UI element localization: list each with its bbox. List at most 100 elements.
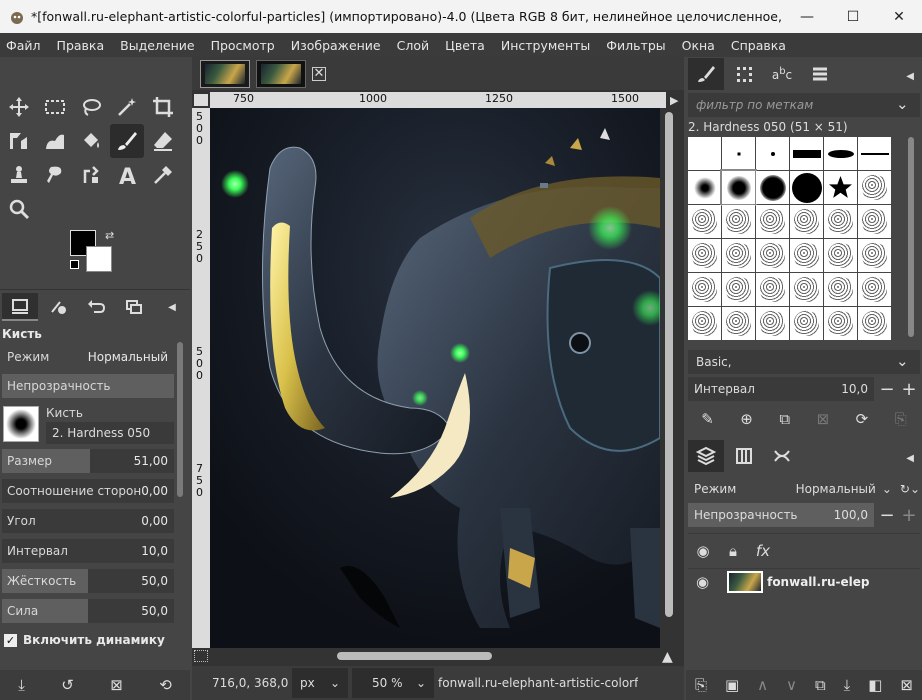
device-status-tab[interactable]: [40, 293, 76, 321]
brush-texture-21[interactable]: [756, 307, 789, 340]
layer-item[interactable]: ◉ fonwall.ru-elep: [688, 569, 920, 595]
brush-pixel[interactable]: [688, 137, 721, 170]
canvas-horizontal-scrollbar[interactable]: [337, 652, 492, 660]
menu-edit[interactable]: Правка: [57, 38, 105, 53]
menu-select[interactable]: Выделение: [120, 38, 194, 53]
spacing-value[interactable]: 10,0: [141, 544, 174, 558]
brush-texture-16[interactable]: [790, 273, 823, 306]
size-slider[interactable]: Размер 51,00: [2, 449, 174, 473]
path-icon[interactable]: [74, 158, 108, 192]
mode-row[interactable]: Режим Нормальный: [2, 345, 174, 369]
menu-colors[interactable]: Цвета: [445, 38, 485, 53]
spacing-slider[interactable]: Интервал 10,0: [2, 539, 174, 563]
merge-down-icon[interactable]: ⤓: [844, 676, 851, 694]
lower-layer-icon[interactable]: ∨: [786, 676, 797, 694]
effects-icon[interactable]: fx: [748, 542, 778, 560]
menu-view[interactable]: Просмотр: [211, 38, 275, 53]
refresh-brushes-icon[interactable]: ⟳: [856, 410, 869, 428]
patterns-tab[interactable]: [726, 58, 762, 90]
chevron-down-icon[interactable]: ⌄: [896, 352, 909, 370]
composite-mode-icon[interactable]: ↻⌄: [900, 482, 920, 496]
plus-icon[interactable]: +: [898, 377, 920, 401]
brush-texture-15[interactable]: [756, 273, 789, 306]
paintbrush-icon[interactable]: [110, 124, 144, 158]
angle-value[interactable]: 0,00: [141, 514, 174, 528]
duplicate-layer-icon[interactable]: ⧉: [815, 676, 826, 694]
brush-texture-8[interactable]: [722, 239, 755, 272]
transform-icon[interactable]: [2, 124, 36, 158]
brush-texture-1[interactable]: [688, 205, 721, 238]
checkmark-icon[interactable]: ✓: [4, 633, 17, 647]
size-value[interactable]: 51,00: [134, 454, 174, 468]
brush-line[interactable]: [858, 137, 891, 170]
aspect-slider[interactable]: Соотношение сторон 0,00: [2, 479, 174, 503]
smudge-icon[interactable]: [38, 158, 72, 192]
maximize-button[interactable]: ☐: [830, 0, 876, 33]
plus-icon[interactable]: +: [898, 503, 920, 527]
brush-hardness-025[interactable]: [688, 171, 721, 204]
crop-icon[interactable]: [146, 90, 180, 124]
image-tab-1[interactable]: [200, 59, 250, 88]
menu-filters[interactable]: Фильтры: [606, 38, 665, 53]
brush-texture-17[interactable]: [824, 273, 857, 306]
rect-select-icon[interactable]: [38, 90, 72, 124]
zoom-icon[interactable]: [2, 192, 36, 226]
brush-texture-13[interactable]: [688, 273, 721, 306]
menu-image[interactable]: Изображение: [291, 38, 381, 53]
swap-colors-icon[interactable]: ⇄: [105, 229, 114, 242]
layers-tab[interactable]: [688, 440, 724, 472]
menu-tools[interactable]: Инструменты: [501, 38, 590, 53]
opacity-row[interactable]: Непрозрачность: [2, 374, 174, 398]
new-layer-group-icon[interactable]: ▣: [725, 676, 739, 694]
dynamics-checkbox[interactable]: ✓ Включить динамику: [4, 633, 165, 647]
layer-mode-value[interactable]: Нормальный: [777, 482, 876, 496]
restore-options-icon[interactable]: ↺: [61, 676, 74, 694]
brush-texture-22[interactable]: [790, 307, 823, 340]
unit-select[interactable]: px ⌄: [292, 668, 348, 698]
paths-tab[interactable]: [764, 440, 800, 472]
brush-grid-scrollbar[interactable]: [908, 137, 914, 337]
aspect-value[interactable]: 0,00: [141, 484, 174, 498]
open-brush-icon[interactable]: ⎘: [895, 410, 907, 428]
delete-layer-icon[interactable]: ⊠: [900, 676, 913, 694]
close-button[interactable]: ✕: [876, 0, 922, 33]
eye-icon[interactable]: ◉: [688, 573, 709, 591]
brush-texture-23[interactable]: [824, 307, 857, 340]
zoom-follow-icon[interactable]: ▶: [670, 94, 678, 107]
clone-icon[interactable]: [2, 158, 36, 192]
hardness-value[interactable]: 50,0: [141, 574, 174, 588]
tag-filter-input[interactable]: фильтр по меткам: [688, 93, 920, 117]
brush-preview[interactable]: [3, 406, 39, 442]
menu-windows[interactable]: Окна: [682, 38, 715, 53]
brush-set-select[interactable]: Basic,: [688, 350, 920, 374]
brush-hardness-100[interactable]: [790, 171, 823, 204]
ruler-menu-icon[interactable]: [194, 94, 208, 106]
reset-options-icon[interactable]: ⟲: [159, 676, 172, 694]
brush-name[interactable]: 2. Hardness 050: [46, 422, 174, 444]
save-options-icon[interactable]: ⤓: [18, 676, 25, 694]
channels-tab[interactable]: [726, 440, 762, 472]
quick-mask-icon[interactable]: [194, 650, 208, 662]
layer-opacity-value[interactable]: 100,0: [834, 508, 868, 522]
visibility-header-icon[interactable]: ◉: [688, 542, 718, 560]
mask-icon[interactable]: ◧: [868, 676, 882, 694]
brush-spacing-value[interactable]: 10,0: [841, 382, 868, 396]
brush-texture-4[interactable]: [790, 205, 823, 238]
zoom-select[interactable]: 50 % ⌄: [352, 668, 434, 698]
brush-spacing-slider[interactable]: Интервал 10,0: [688, 377, 874, 401]
menu-file[interactable]: Файл: [6, 38, 41, 53]
move-tool-icon[interactable]: [2, 90, 36, 124]
fonts-tab[interactable]: abc: [764, 58, 800, 90]
canvas-vertical-scrollbar[interactable]: [665, 112, 673, 617]
brush-hardness-075[interactable]: [756, 171, 789, 204]
brush-texture-3[interactable]: [756, 205, 789, 238]
mode-value[interactable]: Нормальный: [88, 350, 174, 364]
brushes-tab[interactable]: [688, 58, 724, 90]
new-layer-icon[interactable]: ⎘: [695, 676, 707, 694]
brush-acrylic[interactable]: [858, 171, 891, 204]
brush-texture-18[interactable]: [858, 273, 891, 306]
lasso-icon[interactable]: [74, 90, 108, 124]
edit-brush-icon[interactable]: ✎: [701, 410, 714, 428]
images-tab[interactable]: [116, 293, 152, 321]
tool-options-scrollbar[interactable]: [177, 342, 183, 497]
